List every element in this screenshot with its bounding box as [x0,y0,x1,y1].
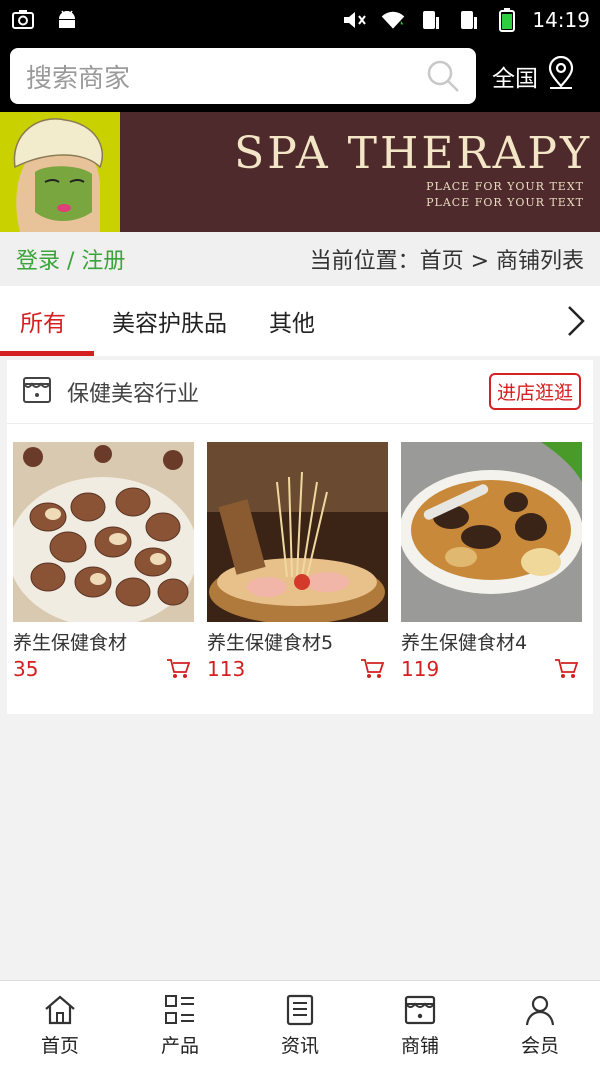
sim2-signal-icon [456,9,482,31]
tab-other[interactable]: 其他 [269,286,315,356]
location-pin-icon [546,55,576,96]
product-card[interactable]: 养生保健食材4 119 [401,442,582,681]
nav-member[interactable]: 会员 [480,981,600,1067]
search-placeholder: 搜索商家 [26,63,131,94]
user-icon [525,995,555,1026]
tab-label: 美容护肤品 [112,311,227,337]
screenshot-icon [10,9,36,31]
banner-subtitle-1: PLACE FOR YOUR TEXT [426,180,584,193]
bottom-navigation: 首页 产品 资讯 商铺 会员 [0,980,600,1067]
shop-name: 保健美容行业 [67,381,200,407]
add-to-cart-icon[interactable] [360,658,385,680]
news-icon [286,994,314,1026]
promo-banner[interactable]: SPA THERAPY PLACE FOR YOUR TEXT PLACE FO… [0,112,600,232]
nav-label: 产品 [160,1035,199,1057]
nav-news[interactable]: 资讯 [240,981,360,1067]
mute-icon [342,9,368,31]
product-card[interactable]: 养生保健食材5 113 [207,442,388,681]
product-price: 35 [13,657,39,681]
spa-woman-illustration [0,112,120,232]
product-image-herbs[interactable] [207,442,388,622]
product-card[interactable]: 养生保健食材 35 [13,442,194,681]
product-price: 119 [401,657,440,681]
search-input[interactable]: 搜索商家 [10,48,476,104]
add-to-cart-icon[interactable] [554,658,579,680]
product-name: 养生保健食材 [13,632,128,654]
status-bar: 14:19 [0,0,600,40]
sim1-signal-icon [418,9,444,31]
region-selector[interactable]: 全国 [492,55,576,96]
login-register-link[interactable]: 登录 / 注册 [16,243,125,275]
nav-products[interactable]: 产品 [120,981,240,1067]
shop-card: 保健美容行业 进店逛逛 养生保健食材 35 养生保健食材5 113 养生保健食材… [7,360,593,714]
search-header: 搜索商家 全国 [0,40,600,112]
nav-label: 首页 [40,1035,79,1057]
info-row: 登录 / 注册 当前位置：首页 > 商铺列表 [0,232,600,286]
product-image-nuts[interactable] [13,442,194,622]
wifi-icon [380,9,406,31]
tab-label: 其他 [269,311,315,337]
shop-header: 保健美容行业 进店逛逛 [7,360,593,424]
banner-subtitle-2: PLACE FOR YOUR TEXT [426,196,584,209]
tab-all[interactable]: 所有 [0,286,94,356]
nav-home[interactable]: 首页 [0,981,120,1067]
battery-icon [494,8,520,32]
nav-shops[interactable]: 商铺 [360,981,480,1067]
breadcrumb: 当前位置：首页 > 商铺列表 [309,249,584,274]
shop-icon [404,995,436,1025]
search-icon[interactable] [426,59,460,93]
tab-label: 所有 [20,311,66,337]
region-label: 全国 [492,66,538,92]
product-list: 养生保健食材 35 养生保健食材5 113 养生保健食材4 119 [7,424,593,681]
visit-shop-button[interactable]: 进店逛逛 [488,373,581,410]
android-icon [54,9,80,31]
product-price: 113 [207,657,246,681]
banner-title: SPA THERAPY [234,128,592,179]
product-name: 养生保健食材5 [207,632,334,654]
clock: 14:19 [532,8,590,32]
shop-icon [21,374,53,410]
product-image-soup[interactable] [401,442,582,622]
nav-label: 会员 [520,1035,559,1057]
chevron-right-icon[interactable] [564,304,588,338]
nav-label: 资讯 [280,1035,319,1057]
nav-label: 商铺 [400,1035,439,1057]
product-list-icon [165,995,194,1024]
category-tabs: 所有 美容护肤品 其他 [0,286,600,356]
home-icon [45,995,75,1025]
add-to-cart-icon[interactable] [166,658,191,680]
tab-beauty-skincare[interactable]: 美容护肤品 [112,286,227,356]
product-name: 养生保健食材4 [401,632,528,654]
